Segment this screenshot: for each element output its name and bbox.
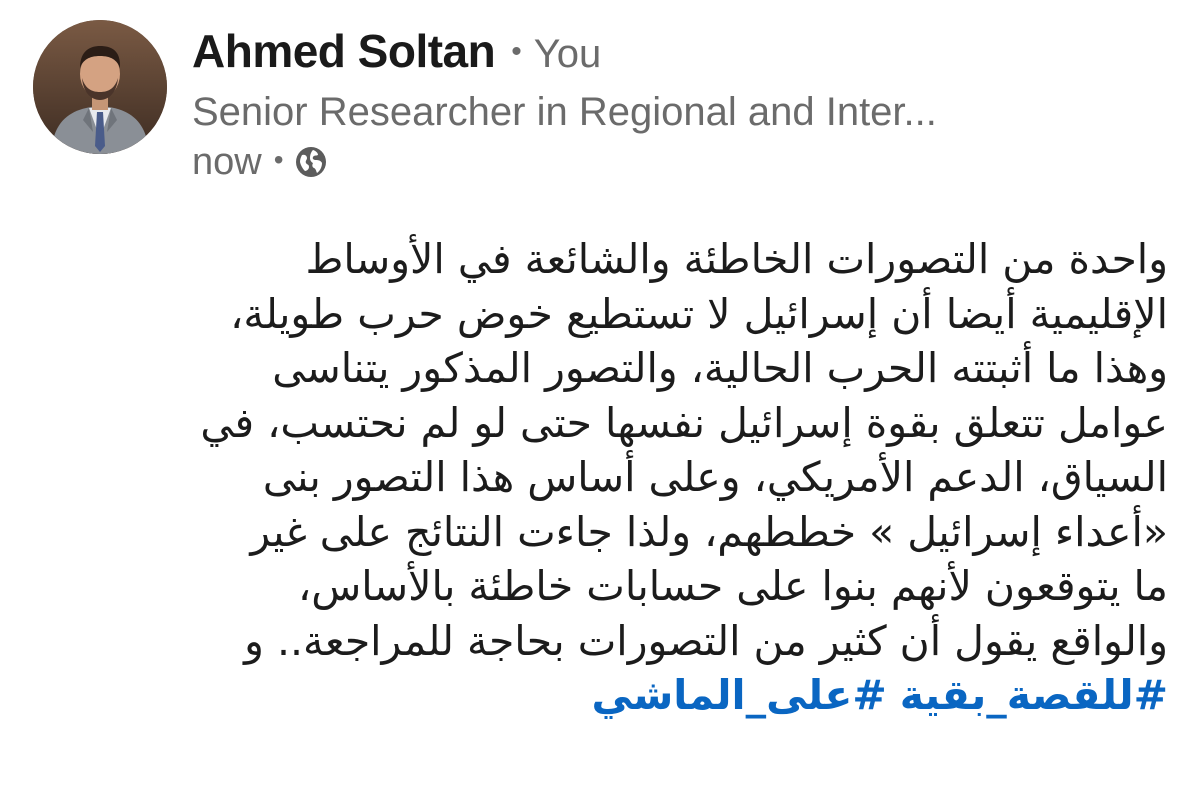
avatar[interactable] [33,20,167,154]
hashtag-link[interactable]: #للقصة_بقية [900,671,1168,719]
author-headline: Senior Researcher in Regional and Inter.… [192,90,937,134]
post-text-line: الإقليمية أيضا أن إسرائيل لا تستطيع خوض … [230,289,1168,338]
post-text-line: ما يتوقعون لأنهم بنوا على حسابات خاطئة ب… [297,562,1168,610]
connection-label: You [533,32,602,76]
post-text-line: واحدة من التصورات الخاطئة والشائعة في ال… [305,235,1168,283]
post-body: واحدة من التصورات الخاطئة والشائعة في ال… [28,232,1168,722]
hashtag-link[interactable]: #على_الماشي [591,671,886,719]
post-text-line: عوامل تتعلق بقوة إسرائيل نفسها حتى لو لم… [200,398,1168,447]
separator-dot: • [511,35,522,68]
separator-dot: • [273,144,284,175]
post-header: Ahmed Soltan • You Senior Researcher in … [192,24,1182,186]
post-meta: now • [192,138,1182,186]
post-text-line: «أعداء إسرائيل » خططهم، ولذا جاءت النتائ… [250,507,1168,556]
hashtag-row: #للقصة_بقية #على_الماشي [28,668,1168,722]
author-name[interactable]: Ahmed Soltan [192,24,496,78]
globe-icon[interactable] [294,145,328,179]
post-text-line: والواقع يقول أن كثير من التصورات بحاجة ل… [244,616,1168,665]
post-time: now [192,140,262,183]
avatar-photo [33,20,167,154]
post-text-line: وهذا ما أثبتته الحرب الحالية، والتصور ال… [272,344,1168,392]
post-text-line: السياق، الدعم الأمريكي، وعلى أساس هذا ال… [262,453,1168,501]
author-row: Ahmed Soltan • You [192,24,1182,88]
